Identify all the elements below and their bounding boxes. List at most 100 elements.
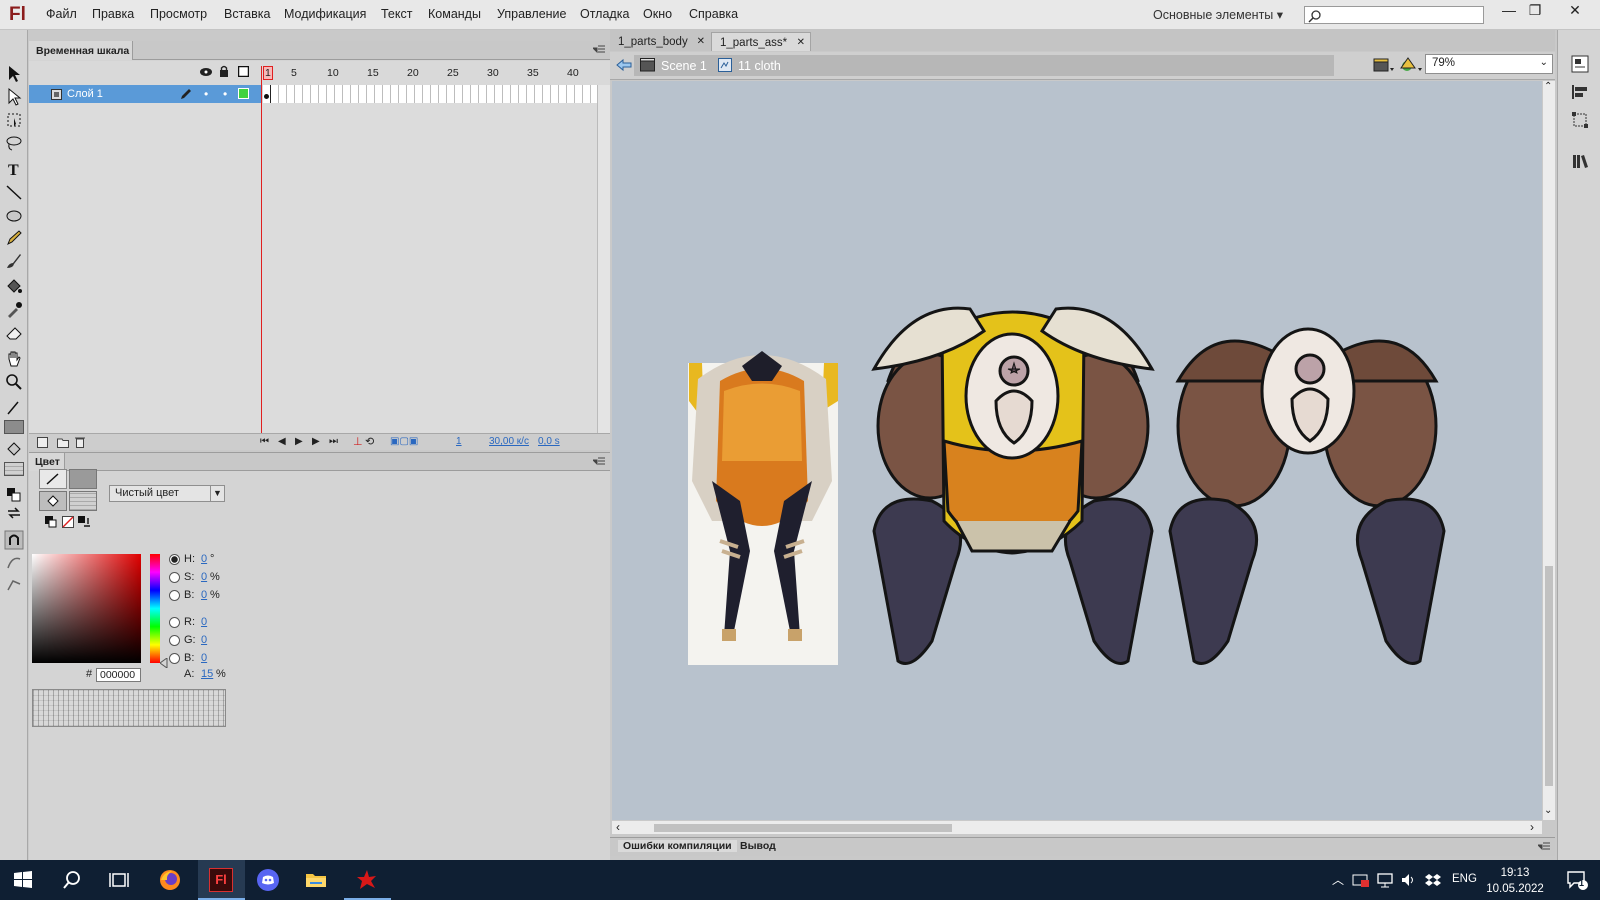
menu-commands[interactable]: Команды [428, 7, 481, 21]
panel-menu-icon[interactable] [593, 45, 605, 55]
lock-dot[interactable]: • [223, 87, 227, 101]
search-input[interactable] [1304, 6, 1484, 24]
delete-icon[interactable] [75, 436, 85, 448]
free-transform-icon[interactable] [4, 110, 24, 130]
scroll-thumb[interactable] [1545, 566, 1553, 786]
eyedropper-icon[interactable] [4, 300, 24, 320]
time-value[interactable]: 0,0 s [538, 436, 560, 447]
task-view-icon[interactable] [107, 868, 131, 892]
reference-image[interactable] [688, 351, 838, 665]
loop-icon[interactable]: ⟲ [365, 435, 374, 448]
frames-area[interactable] [263, 85, 597, 103]
menu-modify[interactable]: Модификация [284, 7, 366, 21]
panel-menu-icon[interactable] [1538, 842, 1550, 852]
hue-radio[interactable] [169, 554, 180, 565]
align-icon[interactable] [1571, 83, 1589, 101]
windows-start-icon[interactable] [11, 868, 35, 892]
clock[interactable]: 19:13 10.05.2022 [1475, 865, 1555, 897]
oval-tool-icon[interactable] [4, 205, 24, 225]
zoom-tool-icon[interactable] [4, 372, 24, 392]
g-value[interactable]: 0 [201, 634, 207, 646]
compile-errors-tab[interactable]: Ошибки компиляции [618, 840, 737, 852]
play-button[interactable]: ▶ [295, 436, 303, 447]
outline-icon[interactable] [238, 66, 249, 77]
color-picker-field[interactable] [32, 554, 141, 663]
b-value[interactable]: 0 [201, 589, 207, 601]
zoom-select[interactable]: 79% ⌄ [1425, 54, 1553, 74]
text-tool-icon[interactable]: T [4, 159, 24, 179]
edit-scene-icon[interactable] [1372, 56, 1394, 74]
file-explorer-icon[interactable] [304, 868, 328, 892]
transform-icon[interactable] [1571, 111, 1589, 129]
stage-hscroll[interactable]: ‹ › [612, 820, 1542, 834]
eraser-icon[interactable] [4, 323, 24, 343]
new-layer-icon[interactable] [37, 437, 48, 448]
fps-value[interactable]: 30,00 к/с [489, 436, 529, 447]
fill-color-swatch[interactable] [4, 462, 24, 476]
no-color-icon[interactable] [62, 516, 74, 528]
restore-button[interactable]: ❐ [1523, 2, 1547, 22]
menu-help[interactable]: Справка [689, 7, 738, 21]
red-radio[interactable] [169, 617, 180, 628]
animate-taskbar-item[interactable]: Fl [198, 860, 245, 900]
brush-tool-icon[interactable] [4, 251, 24, 271]
paint-bucket-icon[interactable] [4, 277, 24, 297]
lock-icon[interactable] [219, 65, 229, 77]
dropbox-icon[interactable] [1424, 872, 1442, 888]
stroke-color-icon[interactable] [4, 398, 24, 418]
hex-input[interactable]: 000000 [96, 668, 141, 682]
stroke-color-swatch[interactable] [69, 469, 97, 489]
notifications-icon[interactable] [1566, 870, 1588, 890]
layer-name[interactable]: Слой 1 [67, 88, 103, 100]
tray-chevron-up-icon[interactable]: ︿ [1332, 871, 1344, 888]
scene-crumb[interactable]: Scene 1 [661, 59, 707, 73]
h-value[interactable]: 0 [201, 553, 207, 565]
r-value[interactable]: 0 [201, 616, 207, 628]
line-tool-icon[interactable] [4, 182, 24, 202]
workspace-switcher[interactable]: Основные элементы ▾ [1153, 7, 1283, 22]
properties-icon[interactable] [1571, 55, 1589, 73]
stage-vscroll[interactable]: ⌃ ⌄ [1542, 81, 1555, 820]
fill-color-swatch[interactable] [69, 491, 97, 511]
scroll-thumb[interactable] [654, 824, 952, 832]
menu-text[interactable]: Текст [381, 7, 412, 21]
smooth-icon[interactable] [4, 553, 24, 573]
blue-value[interactable]: 0 [201, 652, 207, 664]
scroll-up-arrow[interactable]: ⌃ [1544, 81, 1552, 92]
hue-slider[interactable] [150, 554, 160, 663]
fill-color-icon[interactable] [4, 440, 24, 460]
blue-radio[interactable] [169, 653, 180, 664]
visible-dot[interactable]: • [204, 87, 208, 101]
cloth-figure-base[interactable] [1168, 327, 1446, 665]
prev-frame-button[interactable]: ◀ [278, 436, 286, 447]
saturation-radio[interactable] [169, 572, 180, 583]
selection-tool-icon[interactable] [4, 64, 24, 84]
stroke-color-icon[interactable] [39, 469, 67, 489]
swap-colors-icon[interactable] [4, 503, 24, 523]
discord-icon[interactable] [256, 868, 280, 892]
close-icon[interactable]: ✕ [797, 37, 805, 48]
cloth-figure-dressed[interactable] [871, 306, 1155, 665]
doc-tab-body[interactable]: 1_parts_body ✕ [610, 32, 710, 51]
search-icon[interactable] [60, 868, 84, 892]
subselection-tool-icon[interactable] [4, 87, 24, 107]
library-icon[interactable] [1571, 152, 1589, 170]
current-frame[interactable]: 1 [456, 436, 462, 447]
close-button[interactable]: ✕ [1563, 2, 1587, 22]
menu-control[interactable]: Управление [497, 7, 567, 21]
pencil-tool-icon[interactable] [4, 228, 24, 248]
network-icon[interactable] [1376, 872, 1394, 888]
alpha-value[interactable]: 15 [201, 668, 213, 680]
fill-type-select[interactable]: Чистый цвет ▼ [109, 485, 225, 502]
panel-menu-icon[interactable] [593, 457, 605, 467]
security-tray-icon[interactable] [1352, 872, 1370, 888]
swap-colors-icon[interactable] [78, 516, 91, 528]
playhead[interactable] [261, 66, 262, 438]
menu-edit[interactable]: Правка [92, 7, 134, 21]
menu-file[interactable]: Файл [46, 7, 77, 21]
back-arrow-icon[interactable] [616, 58, 632, 72]
output-tab[interactable]: Вывод [740, 840, 776, 852]
scroll-right-arrow[interactable]: › [1530, 820, 1534, 834]
snap-magnet-icon[interactable] [4, 530, 24, 550]
new-folder-icon[interactable] [57, 437, 69, 448]
